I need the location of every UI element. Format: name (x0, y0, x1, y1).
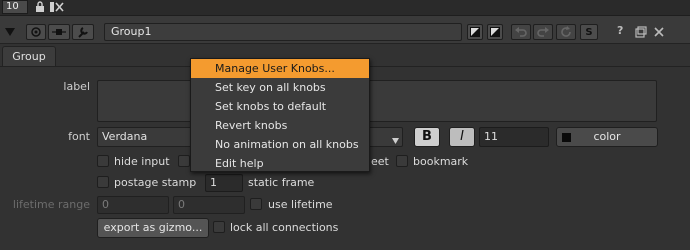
float-panel-icon[interactable] (635, 26, 647, 38)
undo-icon[interactable] (511, 24, 531, 40)
lock-icon[interactable] (34, 1, 46, 13)
hide-input-checkbox[interactable] (97, 155, 109, 167)
node-name-field[interactable]: Group1 (104, 23, 462, 41)
lock-all-connections-checkbox[interactable] (213, 221, 225, 233)
collapse-triangle-icon[interactable] (5, 27, 15, 37)
color-button[interactable]: color (556, 127, 658, 147)
lifetime-start-field[interactable]: 0 (97, 196, 169, 214)
color-swatch (562, 133, 571, 142)
hidden-checkbox[interactable] (178, 155, 190, 167)
menu-item-revert-knobs[interactable]: Revert knobs (191, 116, 369, 135)
bold-button[interactable]: B (414, 127, 440, 147)
close-panels-icon[interactable] (50, 1, 64, 13)
settings-s-button[interactable]: S (580, 24, 598, 40)
static-frame-field[interactable]: 1 (205, 174, 243, 192)
postage-stamp-checkbox[interactable] (97, 176, 109, 188)
close-icon[interactable] (653, 26, 665, 38)
redo-icon[interactable] (533, 24, 553, 40)
lifetime-range-label: lifetime range (12, 198, 90, 211)
bookmark-label: bookmark (413, 155, 469, 168)
frame-number-field[interactable]: 10 (2, 0, 28, 14)
font-knob-label: font (68, 130, 90, 143)
context-menu: Manage User Knobs... Set key on all knob… (190, 58, 370, 172)
menu-item-set-knobs-default[interactable]: Set knobs to default (191, 97, 369, 116)
wrench-icon[interactable] (72, 24, 94, 40)
menu-item-no-animation[interactable]: No animation on all knobs (191, 135, 369, 154)
bookmark-checkbox[interactable] (396, 155, 408, 167)
view-node-icon[interactable] (26, 24, 46, 40)
italic-button[interactable]: I (449, 127, 475, 147)
use-lifetime-label: use lifetime (268, 198, 333, 211)
center-node-icon[interactable] (48, 24, 70, 40)
menu-item-manage-user-knobs[interactable]: Manage User Knobs... (191, 59, 369, 78)
font-size-field[interactable]: 11 (479, 127, 549, 147)
menu-item-set-key-all-knobs[interactable]: Set key on all knobs (191, 78, 369, 97)
top-strip (0, 0, 690, 16)
label-knob-label: label (63, 80, 90, 93)
font-family-value: Verdana (102, 130, 148, 143)
static-frame-label: static frame (248, 176, 315, 189)
export-as-gizmo-button[interactable]: export as gizmo... (97, 218, 209, 238)
use-lifetime-checkbox[interactable] (250, 198, 262, 210)
color-label: color (593, 130, 621, 143)
sheet-label-fragment: eet (371, 155, 389, 168)
lock-all-connections-label: lock all connections (230, 221, 339, 234)
lifetime-end-field[interactable]: 0 (173, 196, 245, 214)
chevron-down-icon[interactable] (392, 134, 399, 147)
menu-item-edit-help[interactable]: Edit help (191, 154, 369, 173)
revert-icon[interactable] (556, 24, 576, 40)
postage-stamp-label: postage stamp (114, 176, 197, 189)
label-textarea[interactable] (97, 80, 657, 122)
color-swatch-right-icon[interactable] (487, 24, 503, 40)
hide-input-label: hide input (114, 155, 170, 168)
color-swatch-left-icon[interactable] (467, 24, 483, 40)
help-icon[interactable]: ? (617, 24, 629, 38)
tab-group[interactable]: Group (2, 46, 56, 66)
